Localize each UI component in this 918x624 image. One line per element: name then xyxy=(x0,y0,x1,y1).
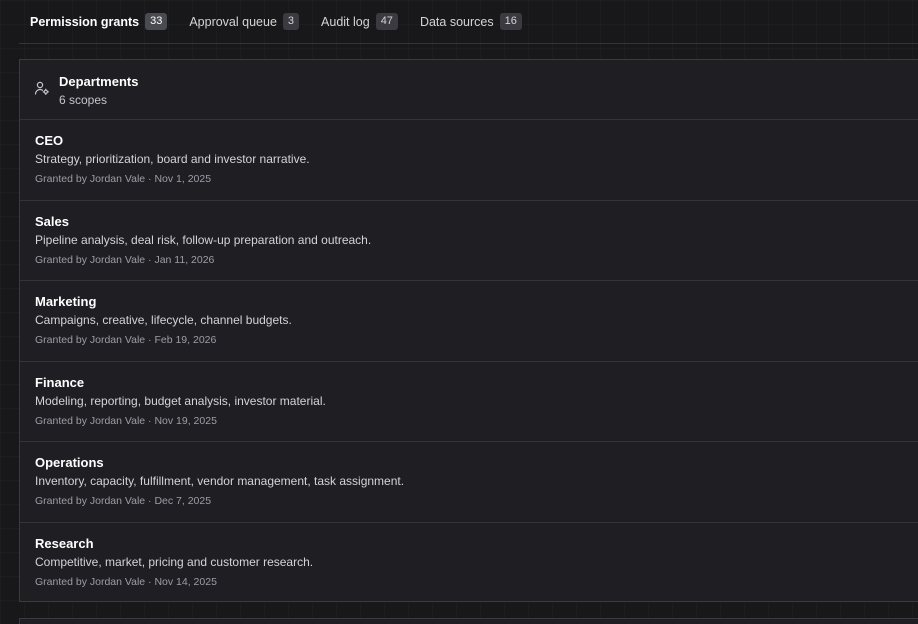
department-row-research[interactable]: Research Competitive, market, pricing an… xyxy=(20,523,918,604)
department-name: Marketing xyxy=(35,294,97,309)
department-description: Competitive, market, pricing and custome… xyxy=(35,554,314,569)
department-name: CEO xyxy=(35,133,64,148)
department-description: Campaigns, creative, lifecycle, channel … xyxy=(35,313,292,327)
departments-panel: Departments 6 scopes CEO Strategy, prior… xyxy=(19,59,918,602)
tab-audit-log[interactable]: Audit log 47 xyxy=(310,0,409,43)
user-cog-icon xyxy=(34,80,50,96)
grant-meta: Granted by Jordan Vale · Jan 11, 2026 xyxy=(35,253,215,266)
panel-title: Departments xyxy=(59,74,139,89)
tab-label: Data sources xyxy=(419,14,494,29)
tab-count-badge: 16 xyxy=(499,13,522,30)
tab-count-badge: 33 xyxy=(145,13,168,30)
tab-label: Audit log xyxy=(321,14,370,29)
tab-bar: Permission grants 33 Approval queue 3 Au… xyxy=(19,0,918,44)
panel-header: Departments 6 scopes xyxy=(20,60,918,120)
department-row-operations[interactable]: Operations Inventory, capacity, fulfillm… xyxy=(20,442,918,523)
tab-data-sources[interactable]: Data sources 16 xyxy=(409,0,533,43)
department-name: Operations xyxy=(35,455,104,470)
department-description: Modeling, reporting, budget analysis, in… xyxy=(35,393,326,408)
department-name: Research xyxy=(35,535,94,551)
grant-meta: Granted by Jordan Vale · Dec 7, 2025 xyxy=(35,495,212,507)
tab-count-badge: 3 xyxy=(282,13,300,30)
grant-meta: Granted by Jordan Vale · Feb 19, 2026 xyxy=(35,334,217,346)
department-name: Finance xyxy=(35,374,85,390)
department-description: Pipeline analysis, deal risk, follow-up … xyxy=(35,232,372,247)
department-description: Inventory, capacity, fulfillment, vendor… xyxy=(35,474,405,488)
panel-subtitle: 6 scopes xyxy=(59,93,108,107)
department-name: Sales xyxy=(35,213,69,229)
tab-count-badge: 47 xyxy=(375,13,398,30)
department-description: Strategy, prioritization, board and inve… xyxy=(35,152,310,166)
department-row-marketing[interactable]: Marketing Campaigns, creative, lifecycle… xyxy=(20,281,918,362)
department-row-sales[interactable]: Sales Pipeline analysis, deal risk, foll… xyxy=(20,201,918,281)
next-panel-edge xyxy=(19,618,918,624)
department-row-finance[interactable]: Finance Modeling, reporting, budget anal… xyxy=(20,362,918,442)
department-row-ceo[interactable]: CEO Strategy, prioritization, board and … xyxy=(20,120,918,201)
tab-permission-grants[interactable]: Permission grants 33 xyxy=(19,0,178,43)
grant-meta: Granted by Jordan Vale · Nov 14, 2025 xyxy=(35,575,217,588)
grant-meta: Granted by Jordan Vale · Nov 1, 2025 xyxy=(35,173,212,185)
tab-approval-queue[interactable]: Approval queue 3 xyxy=(178,0,310,43)
grant-meta: Granted by Jordan Vale · Nov 19, 2025 xyxy=(35,414,217,427)
tab-label: Permission grants xyxy=(30,14,140,29)
tab-label: Approval queue xyxy=(189,14,277,29)
